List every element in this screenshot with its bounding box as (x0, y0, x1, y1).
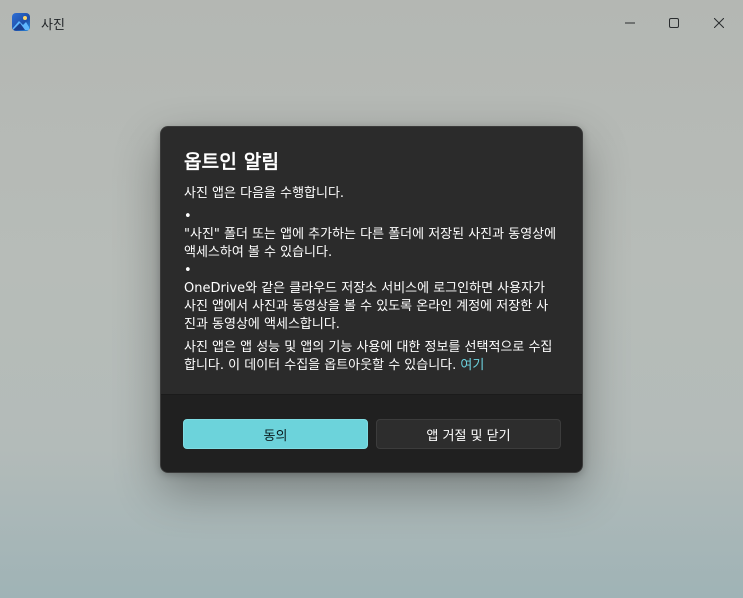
close-icon (713, 13, 725, 32)
title-bar[interactable]: 사진 (0, 0, 743, 44)
closing-text: 사진 앱은 앱 성능 및 앱의 기능 사용에 대한 정보를 선택적으로 수집합니… (184, 340, 553, 373)
reject-and-close-button[interactable]: 앱 거절 및 닫기 (376, 419, 561, 449)
dialog-title: 옵트인 알림 (184, 151, 280, 173)
agree-button[interactable]: 동의 (183, 419, 368, 449)
opt-in-dialog: 옵트인 알림 사진 앱은 다음을 수행합니다. • "사진" 폴더 또는 앱에 … (160, 126, 583, 473)
bullet-text: "사진" 폴더 또는 앱에 추가하는 다른 폴더에 저장된 사진과 동영상에 액… (184, 227, 557, 260)
close-button[interactable] (699, 8, 739, 36)
app-title: 사진 (41, 18, 65, 33)
closing-paragraph: 사진 앱은 앱 성능 및 앱의 기능 사용에 대한 정보를 선택적으로 수집합니… (184, 339, 560, 375)
dialog-body: 옵트인 알림 사진 앱은 다음을 수행합니다. • "사진" 폴더 또는 앱에 … (161, 127, 582, 397)
dialog-intro: 사진 앱은 다음을 수행합니다. (184, 186, 345, 201)
maximize-button[interactable] (654, 8, 694, 36)
bullet-marker: • (184, 209, 192, 224)
minimize-icon (625, 13, 635, 32)
photos-app-icon (12, 13, 30, 31)
bullet-text: OneDrive와 같은 클라우드 저장소 서비스에 로그인하면 사용자가 사진… (184, 281, 549, 332)
dialog-footer: 동의 앱 거절 및 닫기 (161, 394, 582, 472)
bullet-marker: • (184, 263, 192, 278)
photos-app-window: 사진 옵트인 알림 사진 앱은 다음을 수행합니다. • "사진" 폴더 또는 … (0, 0, 743, 598)
minimize-button[interactable] (610, 8, 650, 36)
here-link[interactable]: 여기 (460, 358, 484, 373)
maximize-icon (669, 13, 679, 32)
